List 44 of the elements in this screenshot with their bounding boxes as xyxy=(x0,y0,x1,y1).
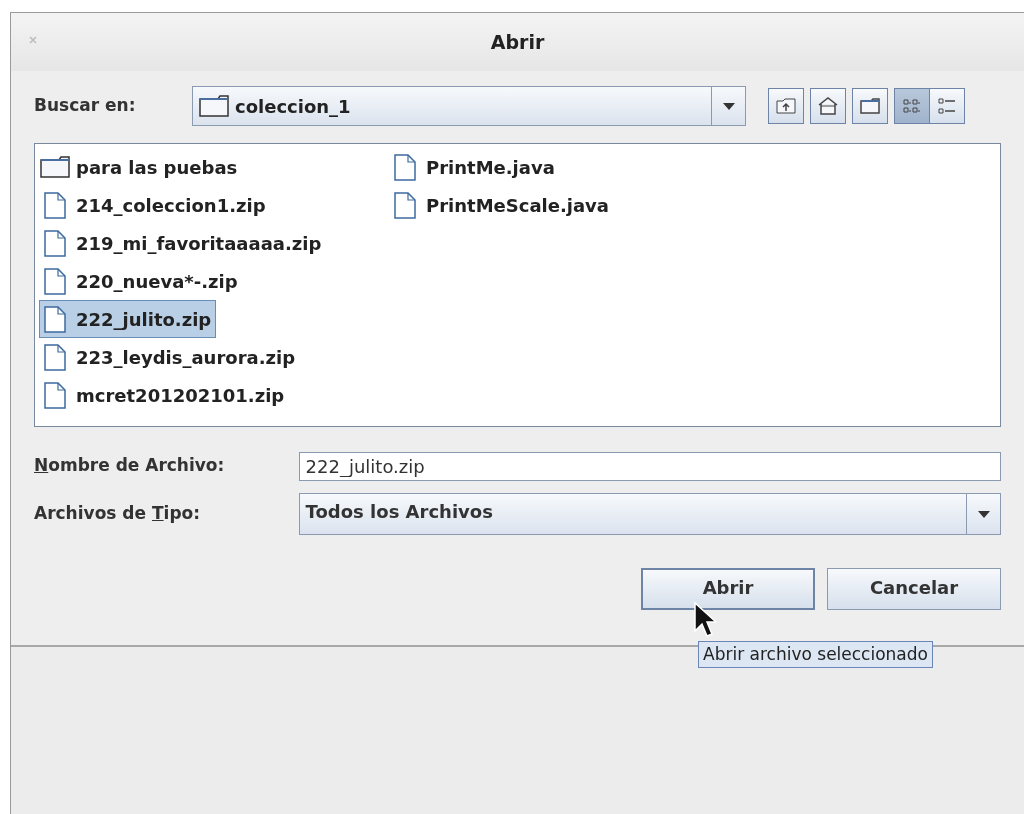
file-type-dropdown[interactable]: Todos los Archivos xyxy=(298,493,1001,535)
file-item[interactable]: 219_mi_favoritaaaaa.zip xyxy=(39,224,327,262)
view-toggle-button[interactable] xyxy=(894,88,930,124)
folder-icon xyxy=(859,96,881,116)
view-toggle-button[interactable] xyxy=(929,88,965,124)
file-item[interactable]: mcret201202101.zip xyxy=(39,376,290,414)
folder-up-icon xyxy=(775,96,797,116)
look-in-dropdown[interactable]: coleccion_1 xyxy=(192,86,746,126)
home-icon xyxy=(817,96,839,116)
document-icon xyxy=(394,191,416,219)
cancel-button[interactable]: Cancelar xyxy=(827,568,1001,610)
document-icon xyxy=(44,229,66,257)
document-icon xyxy=(394,153,416,181)
folder-icon xyxy=(199,95,229,117)
caret-icon xyxy=(722,102,735,110)
file-type-label: Archivos de Tipo: xyxy=(34,502,202,526)
file-type-value: Todos los Archivos xyxy=(305,499,493,524)
file-item[interactable]: PrintMe.java xyxy=(389,148,560,186)
file-item[interactable]: PrintMeScale.java xyxy=(389,186,614,224)
file-item[interactable]: 223_leydis_aurora.zip xyxy=(39,338,301,376)
details-view-icon xyxy=(936,96,958,116)
file-name-label: Nombre de Archivo: xyxy=(34,454,226,478)
file-item[interactable]: 222_julito.zip xyxy=(39,300,217,338)
file-name-field[interactable]: 222_julito.zip xyxy=(298,451,1001,481)
document-icon xyxy=(44,381,66,409)
file-item[interactable]: para las puebas xyxy=(39,148,243,186)
toolbar-button[interactable] xyxy=(852,88,888,124)
document-icon xyxy=(44,191,66,219)
file-item[interactable]: 214_coleccion1.zip xyxy=(39,186,271,224)
document-icon xyxy=(44,267,66,295)
look-in-label: Buscar en: xyxy=(34,94,137,118)
tooltip: Abrir archivo seleccionado xyxy=(698,641,933,668)
list-view-icon xyxy=(901,96,923,116)
window-title: Abrir xyxy=(490,29,545,55)
document-icon xyxy=(44,305,66,333)
file-item[interactable]: 220_nueva*-.zip xyxy=(39,262,243,300)
toolbar-button[interactable] xyxy=(810,88,846,124)
look-in-value: coleccion_1 xyxy=(235,94,351,119)
document-icon xyxy=(44,343,66,371)
caret-icon xyxy=(977,510,990,518)
open-button[interactable]: Abrir xyxy=(641,568,815,610)
toolbar-button[interactable] xyxy=(768,88,804,124)
folder-icon xyxy=(40,156,70,178)
mouse-pointer-icon xyxy=(694,602,716,638)
